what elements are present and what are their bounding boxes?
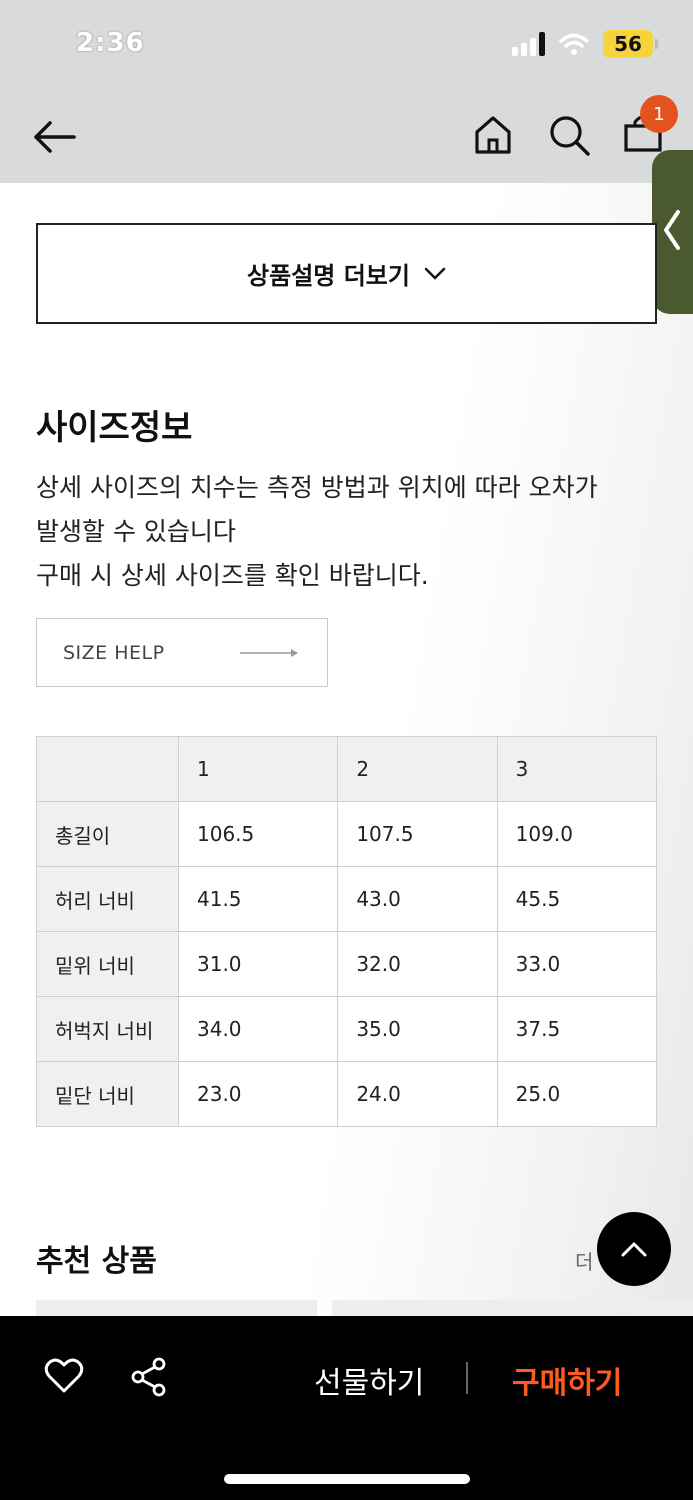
table-row-label: 총길이 xyxy=(36,801,179,867)
table-row: 허벅지 너비 34.0 35.0 37.5 xyxy=(36,996,658,1062)
recommend-title: 추천 상품 xyxy=(36,1244,157,1279)
bottom-divider xyxy=(466,1362,468,1394)
table-header-cell: 3 xyxy=(496,736,658,802)
table-row: 총길이 106.5 107.5 109.0 xyxy=(36,801,658,867)
table-header-cell: 1 xyxy=(177,736,339,802)
buy-button[interactable]: 구매하기 xyxy=(512,1358,622,1402)
table-header-cell: 2 xyxy=(337,736,498,802)
table-cell: 107.5 xyxy=(337,801,498,867)
table-cell: 37.5 xyxy=(496,996,658,1062)
more-description-button[interactable]: 상품설명 더보기 xyxy=(36,223,657,324)
table-cell: 43.0 xyxy=(337,866,498,932)
table-row-label: 허리 너비 xyxy=(36,866,179,932)
status-time: 2:36 xyxy=(76,28,145,58)
wifi-icon xyxy=(559,33,589,55)
table-cell: 33.0 xyxy=(496,931,658,997)
table-row: 허리 너비 41.5 43.0 45.5 xyxy=(36,866,658,932)
heart-icon[interactable] xyxy=(44,1358,84,1394)
chevron-left-icon xyxy=(664,210,680,250)
table-header-row: 1 2 3 xyxy=(36,736,658,802)
size-info-line: 발생할 수 있습니다 xyxy=(36,517,236,546)
home-icon[interactable] xyxy=(470,112,516,158)
share-icon[interactable] xyxy=(128,1356,170,1398)
table-cell: 45.5 xyxy=(496,866,658,932)
table-header-cell xyxy=(36,736,179,802)
bottom-action-bar xyxy=(0,1316,693,1500)
size-table: 1 2 3 총길이 106.5 107.5 109.0 허리 너비 41.5 4… xyxy=(36,736,658,1127)
table-cell: 34.0 xyxy=(177,996,339,1062)
chevron-up-icon xyxy=(621,1242,647,1257)
table-cell: 31.0 xyxy=(177,931,339,997)
table-row-label: 밑위 너비 xyxy=(36,931,179,997)
recommend-more-link[interactable]: 더 xyxy=(575,1246,593,1275)
table-cell: 23.0 xyxy=(177,1061,339,1127)
table-cell: 25.0 xyxy=(496,1061,658,1127)
cart-count-badge: 1 xyxy=(640,95,678,133)
table-cell: 24.0 xyxy=(337,1061,498,1127)
signal-icon xyxy=(512,32,545,56)
table-cell: 32.0 xyxy=(337,931,498,997)
size-info-line: 구매 시 상세 사이즈를 확인 바랍니다. xyxy=(36,561,429,590)
size-info-description: 상세 사이즈의 치수는 측정 방법과 위치에 따라 오차가 발생할 수 있습니다… xyxy=(36,466,598,598)
table-row: 밑위 너비 31.0 32.0 33.0 xyxy=(36,931,658,997)
status-indicators: 56 xyxy=(512,30,658,58)
table-cell: 109.0 xyxy=(496,801,658,867)
table-row: 밑단 너비 23.0 24.0 25.0 xyxy=(36,1061,658,1127)
chevron-down-icon xyxy=(424,267,446,280)
size-help-button[interactable]: SIZE HELP xyxy=(36,618,328,687)
size-help-label: SIZE HELP xyxy=(63,641,165,664)
gift-button[interactable]: 선물하기 xyxy=(314,1358,424,1402)
table-cell: 106.5 xyxy=(177,801,339,867)
more-description-label: 상품설명 더보기 xyxy=(247,262,410,290)
battery-indicator: 56 xyxy=(603,30,658,58)
table-cell: 35.0 xyxy=(337,996,498,1062)
size-info-title: 사이즈정보 xyxy=(36,408,193,448)
search-icon[interactable] xyxy=(546,112,592,158)
scroll-top-button[interactable] xyxy=(597,1212,671,1286)
back-arrow-icon[interactable] xyxy=(30,112,80,162)
size-info-line: 상세 사이즈의 치수는 측정 방법과 위치에 따라 오차가 xyxy=(36,473,598,502)
table-cell: 41.5 xyxy=(177,866,339,932)
home-indicator xyxy=(224,1474,470,1484)
table-row-label: 밑단 너비 xyxy=(36,1061,179,1127)
table-row-label: 허벅지 너비 xyxy=(36,996,179,1062)
side-panel-tab[interactable] xyxy=(652,150,693,314)
arrow-right-icon xyxy=(240,648,298,657)
